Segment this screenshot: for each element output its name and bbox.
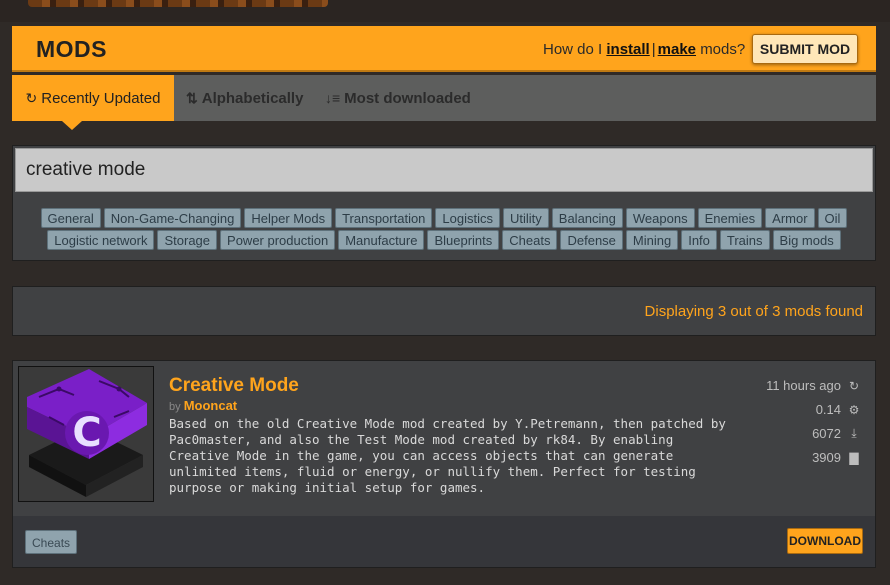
make-link[interactable]: make [658, 41, 696, 58]
tab-label: Most downloaded [344, 89, 471, 107]
tag-utility[interactable]: Utility [503, 208, 549, 228]
results-count: Displaying 3 out of 3 mods found [644, 303, 863, 320]
tag-balancing[interactable]: Balancing [551, 208, 623, 228]
tag-transportation[interactable]: Transportation [335, 208, 433, 228]
top-strip [0, 0, 890, 22]
history-icon: ↻ [25, 89, 38, 106]
download-icon: ⤓ [851, 426, 857, 440]
mod-author[interactable]: Mooncat [184, 398, 237, 413]
mod-card: C Creative Mode by Mooncat Based on the … [12, 360, 876, 568]
svg-text:C: C [72, 410, 101, 456]
tag-logistic-network[interactable]: Logistic network [47, 230, 155, 250]
mod-views: 3909 ▇ [812, 450, 861, 465]
tag-enemies[interactable]: Enemies [697, 208, 763, 228]
tag-oil[interactable]: Oil [817, 208, 848, 228]
tag-logistics[interactable]: Logistics [435, 208, 500, 228]
gear-icon: ⚙ [848, 402, 860, 417]
tag-helper-mods[interactable]: Helper Mods [244, 208, 333, 228]
history-icon: ↻ [848, 378, 860, 393]
views-value: 3909 [812, 450, 841, 465]
filter-panel: General Non-Game-Changing Helper Mods Tr… [12, 145, 876, 261]
tag-defense[interactable]: Defense [560, 230, 623, 250]
tab-label: Recently Updated [41, 89, 161, 107]
download-button[interactable]: DOWNLOAD [787, 528, 863, 554]
sort-alpha-icon: ⇅ [186, 89, 198, 106]
tag-blueprints[interactable]: Blueprints [427, 230, 500, 250]
by-label: by [169, 401, 181, 413]
mod-updated: 11 hours ago ↻ [766, 378, 861, 393]
tag-weapons[interactable]: Weapons [625, 208, 695, 228]
sort-amount-icon: ↓≡ [325, 90, 341, 106]
creative-mode-logo-icon: C [19, 367, 153, 501]
tag-general[interactable]: General [40, 208, 101, 228]
tag-manufacture[interactable]: Manufacture [338, 230, 425, 250]
howto-prefix: How do I [543, 41, 603, 58]
mod-card-footer: Cheats DOWNLOAD [13, 516, 875, 567]
mod-category-tag[interactable]: Cheats [25, 530, 78, 554]
tag-non-game-changing[interactable]: Non-Game-Changing [103, 208, 242, 228]
tag-mining[interactable]: Mining [625, 230, 679, 250]
mod-byline: by Mooncat [169, 398, 237, 413]
mod-description: Based on the old Creative Mode mod creat… [169, 416, 726, 495]
howto-suffix: mods? [700, 41, 746, 58]
tag-power-production[interactable]: Power production [220, 230, 336, 250]
mod-title[interactable]: Creative Mode [169, 375, 299, 397]
link-separator: | [651, 41, 656, 58]
install-link[interactable]: install [606, 41, 649, 58]
tag-cheats[interactable]: Cheats [502, 230, 558, 250]
howto-text: How do I install | make mods? [543, 41, 745, 58]
mods-header: MODS How do I install | make mods? SUBMIT … [12, 26, 876, 72]
search-input[interactable] [15, 148, 873, 192]
version-value: 0.14 [815, 402, 841, 417]
mod-downloads: 6072 ⤓ [812, 426, 861, 441]
tab-most-downloaded[interactable]: ↓≡ Most downloaded [325, 75, 471, 121]
bar-chart-icon: ▇ [849, 450, 859, 465]
tag-storage[interactable]: Storage [157, 230, 218, 250]
updated-value: 11 hours ago [766, 378, 841, 393]
active-tab-caret [62, 121, 82, 130]
tab-recently-updated[interactable]: ↻ Recently Updated [12, 75, 174, 121]
mod-thumbnail[interactable]: C [18, 366, 154, 502]
tags-row-2: Logistic network Storage Power productio… [13, 230, 875, 250]
results-count-bar: Displaying 3 out of 3 mods found [12, 286, 876, 336]
submit-mod-button[interactable]: SUBMIT MOD [752, 34, 858, 64]
tag-big-mods[interactable]: Big mods [772, 230, 841, 250]
sort-bar: ↻ Recently Updated ⇅ Alphabetically ↓≡ M… [12, 75, 876, 121]
tag-armor[interactable]: Armor [765, 208, 815, 228]
tab-label: Alphabetically [201, 89, 304, 107]
site-logo-fragment[interactable] [28, 0, 328, 7]
tab-alphabetically[interactable]: ⇅ Alphabetically [186, 75, 303, 121]
downloads-value: 6072 [812, 426, 841, 441]
mod-version: 0.14 ⚙ [816, 402, 861, 417]
tag-info[interactable]: Info [681, 230, 717, 250]
tag-trains[interactable]: Trains [719, 230, 770, 250]
page-title: MODS [36, 36, 107, 62]
tags-row-1: General Non-Game-Changing Helper Mods Tr… [13, 208, 875, 228]
